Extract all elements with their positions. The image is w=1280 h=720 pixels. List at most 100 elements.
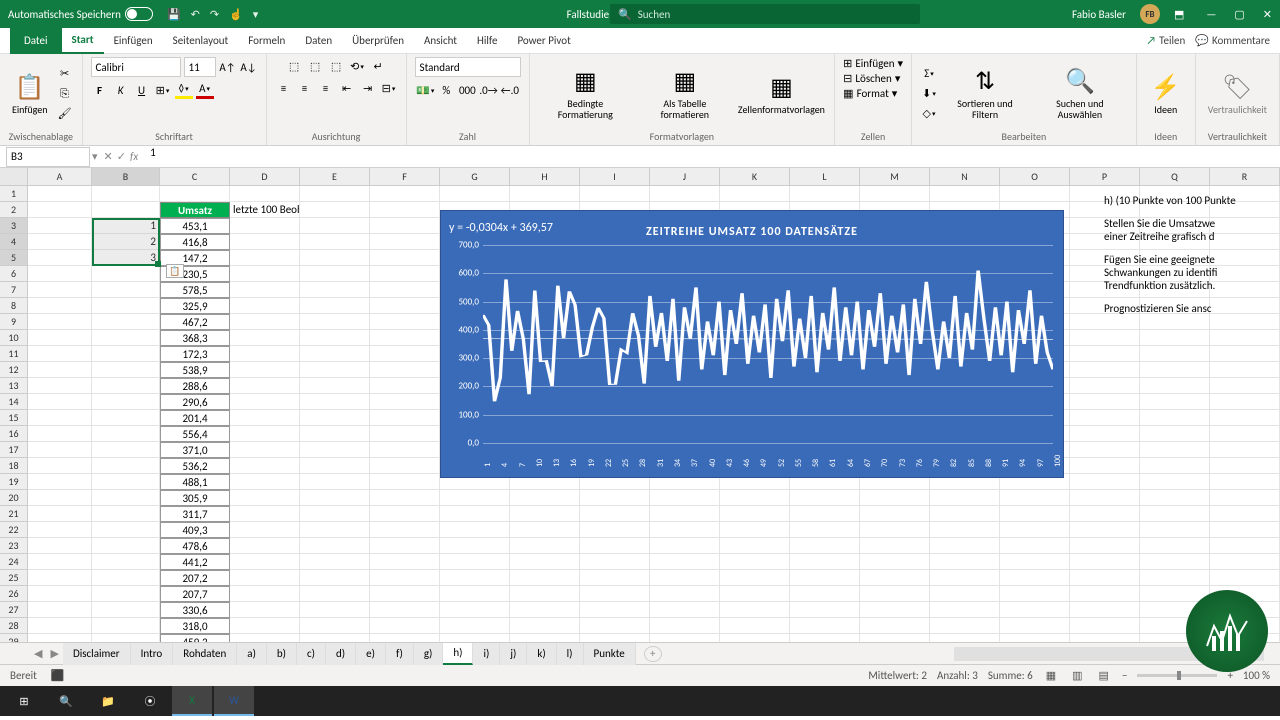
cell-Q25[interactable]	[1140, 570, 1210, 586]
cell-E26[interactable]	[300, 586, 370, 602]
worksheet-area[interactable]: ABCDEFGHIJKLMNOPQR 123456789101112131415…	[0, 168, 1280, 642]
col-header-J[interactable]: J	[650, 168, 720, 186]
share-button[interactable]: ↗ Teilen	[1146, 34, 1185, 47]
cell-L28[interactable]	[790, 618, 860, 634]
cell-A4[interactable]	[28, 234, 92, 250]
cell-P24[interactable]	[1070, 554, 1140, 570]
cell-E18[interactable]	[300, 458, 370, 474]
cell-M27[interactable]	[860, 602, 930, 618]
cell-D21[interactable]	[230, 506, 300, 522]
user-name[interactable]: Fabio Basler	[1072, 8, 1126, 21]
cell-E5[interactable]	[300, 250, 370, 266]
minimize-icon[interactable]: —	[1206, 8, 1216, 21]
cell-J21[interactable]	[650, 506, 720, 522]
cell-N26[interactable]	[930, 586, 1000, 602]
cell-Q23[interactable]	[1140, 538, 1210, 554]
cell-C9[interactable]: 467,2	[160, 314, 230, 330]
autosum-icon[interactable]: Σ	[920, 65, 938, 83]
cell-E23[interactable]	[300, 538, 370, 554]
cell-E22[interactable]	[300, 522, 370, 538]
cell-I24[interactable]	[580, 554, 650, 570]
cell-A29[interactable]	[28, 634, 92, 642]
cell-C11[interactable]: 172,3	[160, 346, 230, 362]
cell-E27[interactable]	[300, 602, 370, 618]
maximize-icon[interactable]: ▢	[1234, 8, 1244, 21]
row-header-1[interactable]: 1	[0, 186, 28, 202]
cell-R14[interactable]	[1210, 394, 1280, 410]
cell-D28[interactable]	[230, 618, 300, 634]
cell-J29[interactable]	[650, 634, 720, 642]
cell-F11[interactable]	[370, 346, 440, 362]
chart-zeitreihe[interactable]: y = -0,0304x + 369,57 ZEITREIHE UMSATZ 1…	[440, 210, 1064, 478]
cell-P28[interactable]	[1070, 618, 1140, 634]
cell-B29[interactable]	[92, 634, 160, 642]
cell-P10[interactable]	[1070, 330, 1140, 346]
cell-E3[interactable]	[300, 218, 370, 234]
cell-I29[interactable]	[580, 634, 650, 642]
merge-icon[interactable]: ⊟	[380, 79, 398, 97]
cell-B9[interactable]	[92, 314, 160, 330]
cell-G1[interactable]	[440, 186, 510, 202]
page-break-view-icon[interactable]: ▤	[1096, 669, 1112, 682]
cell-I27[interactable]	[580, 602, 650, 618]
fx-icon[interactable]: fx	[130, 150, 138, 163]
cell-O26[interactable]	[1000, 586, 1070, 602]
cell-B13[interactable]	[92, 378, 160, 394]
accept-formula-icon[interactable]: ✓	[117, 150, 126, 163]
cell-Q11[interactable]	[1140, 346, 1210, 362]
format-table-button[interactable]: ▦Als Tabelle formatieren	[637, 60, 733, 128]
sheet-tab-Disclaimer[interactable]: Disclaimer	[63, 643, 131, 665]
name-box[interactable]: B3	[6, 147, 90, 167]
word-taskbar-icon[interactable]: W	[214, 686, 254, 716]
cell-Q17[interactable]	[1140, 442, 1210, 458]
cell-H28[interactable]	[510, 618, 580, 634]
cell-A16[interactable]	[28, 426, 92, 442]
cell-P19[interactable]	[1070, 474, 1140, 490]
col-header-R[interactable]: R	[1210, 168, 1280, 186]
row-header-26[interactable]: 26	[0, 586, 28, 602]
select-all-corner[interactable]	[0, 168, 28, 186]
cell-A13[interactable]	[28, 378, 92, 394]
cell-D17[interactable]	[230, 442, 300, 458]
cell-E14[interactable]	[300, 394, 370, 410]
cell-C22[interactable]: 409,3	[160, 522, 230, 538]
col-header-M[interactable]: M	[860, 168, 930, 186]
cell-E2[interactable]	[300, 202, 370, 218]
cell-F8[interactable]	[370, 298, 440, 314]
cell-F13[interactable]	[370, 378, 440, 394]
cell-R17[interactable]	[1210, 442, 1280, 458]
cell-R25[interactable]	[1210, 570, 1280, 586]
cell-P12[interactable]	[1070, 362, 1140, 378]
fill-color-icon[interactable]: ◊	[175, 81, 193, 99]
cell-B15[interactable]	[92, 410, 160, 426]
cell-O21[interactable]	[1000, 506, 1070, 522]
cell-C14[interactable]: 290,6	[160, 394, 230, 410]
row-header-11[interactable]: 11	[0, 346, 28, 362]
cell-M29[interactable]	[860, 634, 930, 642]
cell-N29[interactable]	[930, 634, 1000, 642]
format-painter-icon[interactable]: 🖌	[56, 105, 74, 123]
cell-B6[interactable]	[92, 266, 160, 282]
cell-A9[interactable]	[28, 314, 92, 330]
cell-B24[interactable]	[92, 554, 160, 570]
cell-B16[interactable]	[92, 426, 160, 442]
currency-icon[interactable]: 💵	[416, 81, 434, 99]
cell-A19[interactable]	[28, 474, 92, 490]
cells-delete-button[interactable]: ⊟ Löschen ▾	[843, 72, 900, 85]
font-name-select[interactable]: Calibri	[91, 57, 181, 77]
align-left-icon[interactable]: ≡	[275, 79, 293, 97]
cell-N22[interactable]	[930, 522, 1000, 538]
cell-P13[interactable]	[1070, 378, 1140, 394]
sheet-tab-Rohdaten[interactable]: Rohdaten	[173, 643, 237, 665]
save-icon[interactable]: 💾	[167, 8, 181, 21]
cell-D18[interactable]	[230, 458, 300, 474]
align-top-icon[interactable]: ⬚	[285, 57, 303, 75]
col-header-P[interactable]: P	[1070, 168, 1140, 186]
cell-E10[interactable]	[300, 330, 370, 346]
row-header-19[interactable]: 19	[0, 474, 28, 490]
col-header-L[interactable]: L	[790, 168, 860, 186]
font-color-icon[interactable]: A	[196, 81, 214, 99]
cell-I1[interactable]	[580, 186, 650, 202]
cell-D1[interactable]	[230, 186, 300, 202]
cell-R16[interactable]	[1210, 426, 1280, 442]
